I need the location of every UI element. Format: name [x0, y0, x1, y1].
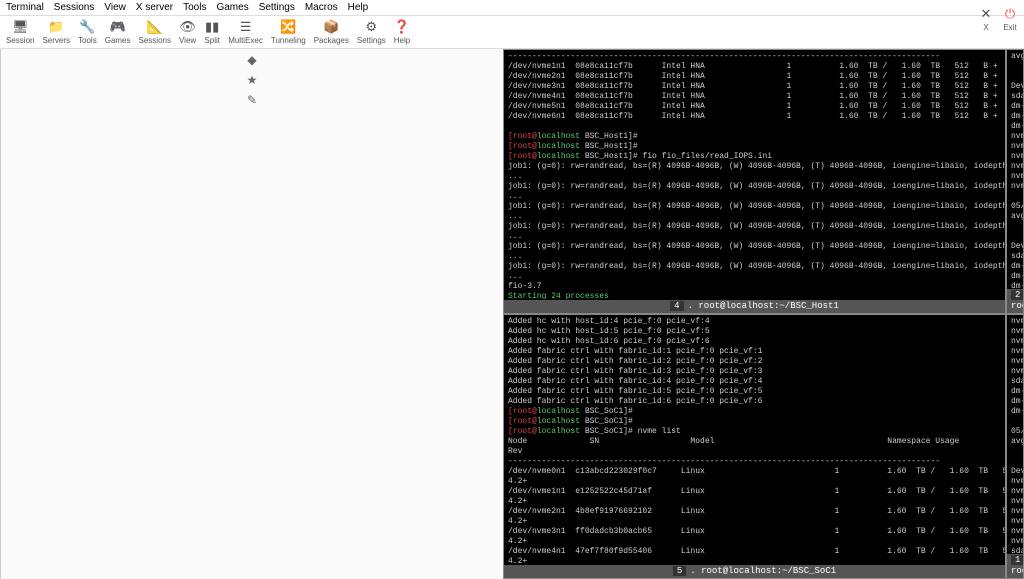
terminal-pane-5[interactable]: Added hc with host_id:4 pcie_f:0 pcie_vf…: [503, 314, 1006, 579]
menu-help[interactable]: Help: [348, 2, 369, 13]
tools-icon: 🔧: [79, 19, 95, 35]
multiexec-icon: ☰: [238, 19, 254, 35]
pane-footer: 5. root@localhost:~/BSC_SoC1: [504, 565, 1005, 578]
tunneling-icon: 🔀: [280, 19, 296, 35]
tool-tunneling[interactable]: 🔀Tunneling: [271, 19, 306, 45]
right-sidebar: ◆ ★ ✎: [0, 49, 503, 579]
terminal-pane-4[interactable]: ----------------------------------------…: [503, 49, 1006, 314]
tool-view[interactable]: 👁View: [179, 19, 196, 45]
tool-packages[interactable]: 📦Packages: [314, 19, 349, 45]
sessions-icon: 📐: [147, 19, 163, 35]
terminal-pane-1[interactable]: nvme2n1 178697.00 714784.00 0.00 714784 …: [1006, 314, 1024, 579]
tool-help[interactable]: ❓Help: [394, 19, 410, 45]
pane-footer: 2. root@localhost:~/BSC_Host1: [1007, 289, 1023, 314]
session-icon: 🖥: [12, 19, 28, 35]
close-button[interactable]: ✕X: [978, 6, 994, 32]
menu-view[interactable]: View: [104, 2, 126, 13]
settings-icon: ⚙: [363, 19, 379, 35]
side-icon-0[interactable]: ◆: [247, 53, 256, 67]
side-icon-1[interactable]: ★: [247, 73, 258, 87]
pane-footer: 1. root@localhost:~/CVL_Target: [1007, 554, 1023, 579]
menu-macros[interactable]: Macros: [305, 2, 338, 13]
window-controls: ✕X ⏻Exit: [978, 6, 1018, 32]
exit-button[interactable]: ⏻Exit: [1002, 6, 1018, 32]
close-icon: ✕: [978, 6, 994, 22]
menubar: Terminal Sessions View X server Tools Games Se…: [0, 0, 1024, 16]
help-icon: ❓: [394, 19, 410, 35]
menu-settings[interactable]: Settings: [259, 2, 295, 13]
toolbar: 🖥Session 📁Servers 🔧Tools 🎮Games 📐Sessions 👁Vi…: [0, 16, 1024, 49]
servers-icon: 📁: [48, 19, 64, 35]
side-icon-2[interactable]: ✎: [247, 93, 257, 107]
tool-games[interactable]: 🎮Games: [105, 19, 131, 45]
games-icon: 🎮: [110, 19, 126, 35]
view-icon: 👁: [180, 19, 196, 35]
packages-icon: 📦: [323, 19, 339, 35]
power-icon: ⏻: [1002, 6, 1018, 22]
tool-sessions[interactable]: 📐Sessions: [139, 19, 171, 45]
terminal-pane-2[interactable]: avg-cpu: %user %nice %system %iowait %st…: [1006, 49, 1024, 314]
menu-games[interactable]: Games: [216, 2, 248, 13]
tool-tools[interactable]: 🔧Tools: [78, 19, 97, 45]
menu-sessions[interactable]: Sessions: [54, 2, 95, 13]
tool-settings[interactable]: ⚙Settings: [357, 19, 386, 45]
menu-x server[interactable]: X server: [136, 2, 173, 13]
menu-terminal[interactable]: Terminal: [6, 2, 44, 13]
pane-footer: 4. root@localhost:~/BSC_Host1: [504, 300, 1005, 313]
tool-split[interactable]: ▮▮Split: [204, 19, 220, 45]
split-icon: ▮▮: [204, 19, 220, 35]
tool-servers[interactable]: 📁Servers: [42, 19, 70, 45]
tool-session[interactable]: 🖥Session: [6, 19, 34, 45]
tool-multiexec[interactable]: ☰MultiExec: [228, 19, 263, 45]
menu-tools[interactable]: Tools: [183, 2, 206, 13]
